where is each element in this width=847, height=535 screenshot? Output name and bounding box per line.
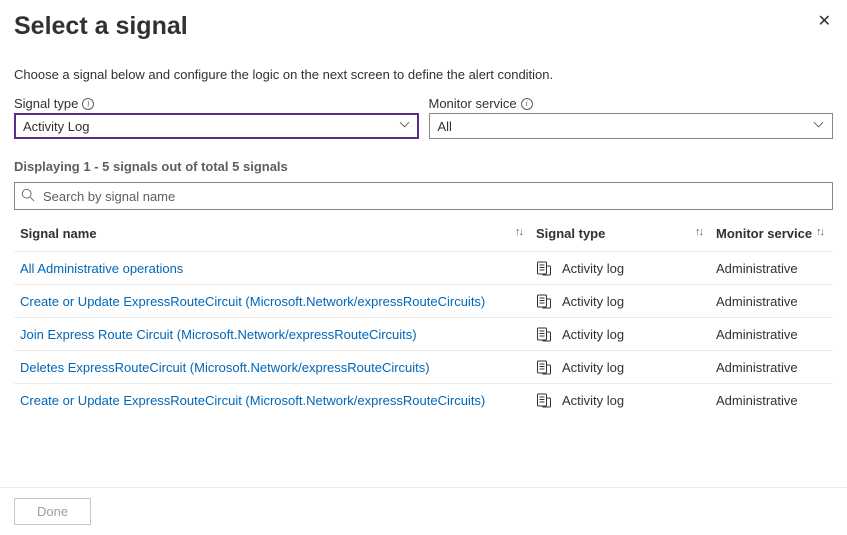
panel-title: Select a signal [14, 12, 188, 41]
signal-type-cell: Activity log [562, 327, 624, 342]
close-icon[interactable]: ✕ [816, 12, 833, 32]
signal-type-label: Signal type [14, 96, 78, 111]
search-box[interactable] [14, 182, 833, 210]
sort-icon: ↑↓ [515, 226, 522, 238]
monitor-service-cell: Administrative [712, 351, 833, 384]
result-count: Displaying 1 - 5 signals out of total 5 … [14, 159, 833, 174]
chevron-down-icon [399, 119, 410, 133]
search-input[interactable] [41, 188, 826, 205]
monitor-service-dropdown[interactable]: All [429, 113, 834, 139]
column-header-service-label: Monitor service [716, 226, 812, 241]
table-row: Deletes ExpressRouteCircuit (Microsoft.N… [14, 351, 833, 384]
signal-type-cell: Activity log [562, 360, 624, 375]
info-icon[interactable]: i [82, 98, 94, 110]
activity-log-icon [536, 260, 552, 276]
chevron-down-icon [813, 119, 824, 133]
done-button[interactable]: Done [14, 498, 91, 525]
signal-type-cell: Activity log [562, 294, 624, 309]
monitor-service-label: Monitor service [429, 96, 517, 111]
column-header-name-label: Signal name [20, 226, 97, 241]
table-row: All Administrative operations Activity l… [14, 252, 833, 285]
panel-description: Choose a signal below and configure the … [14, 67, 833, 82]
signal-name-link[interactable]: All Administrative operations [20, 261, 183, 276]
signal-name-link[interactable]: Create or Update ExpressRouteCircuit (Mi… [20, 393, 485, 408]
signal-type-cell: Activity log [562, 261, 624, 276]
column-header-name[interactable]: Signal name ↑↓ [14, 220, 532, 252]
monitor-service-value: All [438, 119, 452, 134]
signal-type-cell: Activity log [562, 393, 624, 408]
table-row: Create or Update ExpressRouteCircuit (Mi… [14, 285, 833, 318]
sort-icon: ↑↓ [816, 226, 823, 238]
column-header-type-label: Signal type [536, 226, 605, 241]
signal-name-link[interactable]: Deletes ExpressRouteCircuit (Microsoft.N… [20, 360, 430, 375]
activity-log-icon [536, 326, 552, 342]
monitor-service-cell: Administrative [712, 384, 833, 417]
column-header-service[interactable]: Monitor service ↑↓ [712, 220, 833, 252]
monitor-service-cell: Administrative [712, 318, 833, 351]
monitor-service-cell: Administrative [712, 285, 833, 318]
signal-type-dropdown[interactable]: Activity Log [14, 113, 419, 139]
activity-log-icon [536, 392, 552, 408]
info-icon[interactable]: i [521, 98, 533, 110]
activity-log-icon [536, 359, 552, 375]
sort-icon: ↑↓ [695, 226, 702, 238]
column-header-type[interactable]: Signal type ↑↓ [532, 220, 712, 252]
table-row: Create or Update ExpressRouteCircuit (Mi… [14, 384, 833, 417]
signal-type-value: Activity Log [23, 119, 89, 134]
signal-name-link[interactable]: Join Express Route Circuit (Microsoft.Ne… [20, 327, 417, 342]
signal-name-link[interactable]: Create or Update ExpressRouteCircuit (Mi… [20, 294, 485, 309]
monitor-service-cell: Administrative [712, 252, 833, 285]
search-icon [21, 188, 35, 205]
table-row: Join Express Route Circuit (Microsoft.Ne… [14, 318, 833, 351]
activity-log-icon [536, 293, 552, 309]
